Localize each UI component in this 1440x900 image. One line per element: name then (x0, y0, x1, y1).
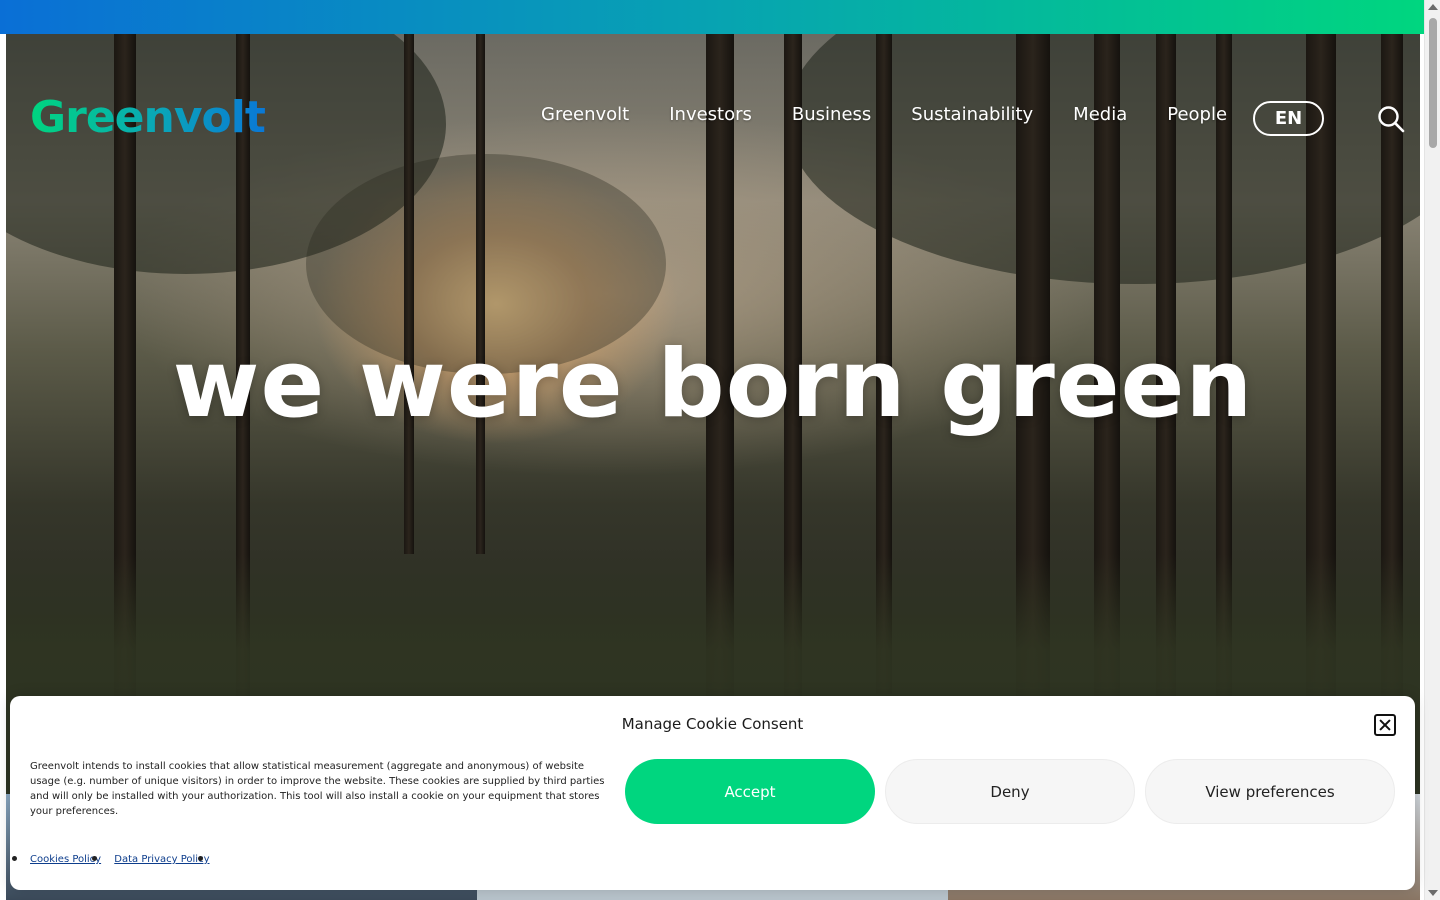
nav-item-media[interactable]: Media (1073, 104, 1127, 125)
cookie-consent-dialog: Manage Cookie Consent Greenvolt intends … (10, 696, 1415, 890)
search-icon[interactable] (1377, 105, 1405, 133)
scroll-up-arrow-icon[interactable] (1428, 4, 1438, 10)
deny-cookies-button[interactable]: Deny (885, 759, 1135, 824)
bullet-icon (12, 856, 17, 861)
nav-item-business[interactable]: Business (792, 104, 871, 125)
cookie-dialog-title: Manage Cookie Consent (621, 715, 804, 733)
scroll-down-arrow-icon[interactable] (1428, 890, 1438, 896)
accept-cookies-button[interactable]: Accept (625, 759, 875, 824)
data-privacy-policy-link[interactable]: Data Privacy Policy (114, 854, 209, 865)
bullet-icon (198, 856, 203, 861)
site-header: Greenvolt Greenvolt Investors Business S… (6, 34, 1420, 204)
top-gradient-bar (0, 0, 1424, 34)
close-icon[interactable] (1374, 714, 1396, 736)
page-scrollbar[interactable] (1424, 0, 1440, 900)
nav-item-investors[interactable]: Investors (669, 104, 752, 125)
scrollbar-thumb[interactable] (1429, 18, 1437, 148)
cookies-policy-link[interactable]: Cookies Policy (30, 854, 101, 865)
view-preferences-button[interactable]: View preferences (1145, 759, 1395, 824)
language-selector-button[interactable]: EN (1253, 101, 1324, 136)
nav-item-people[interactable]: People (1167, 104, 1227, 125)
nav-item-sustainability[interactable]: Sustainability (911, 104, 1033, 125)
cookie-description: Greenvolt intends to install cookies tha… (30, 761, 605, 817)
cookie-policy-links: Cookies Policy Data Privacy Policy (30, 854, 220, 865)
nav-item-greenvolt[interactable]: Greenvolt (541, 104, 629, 125)
greenvolt-logo[interactable]: Greenvolt (30, 92, 266, 143)
main-nav: Greenvolt Investors Business Sustainabil… (541, 104, 1267, 125)
hero-title: we were born green (172, 330, 1254, 439)
bullet-icon (92, 856, 97, 861)
